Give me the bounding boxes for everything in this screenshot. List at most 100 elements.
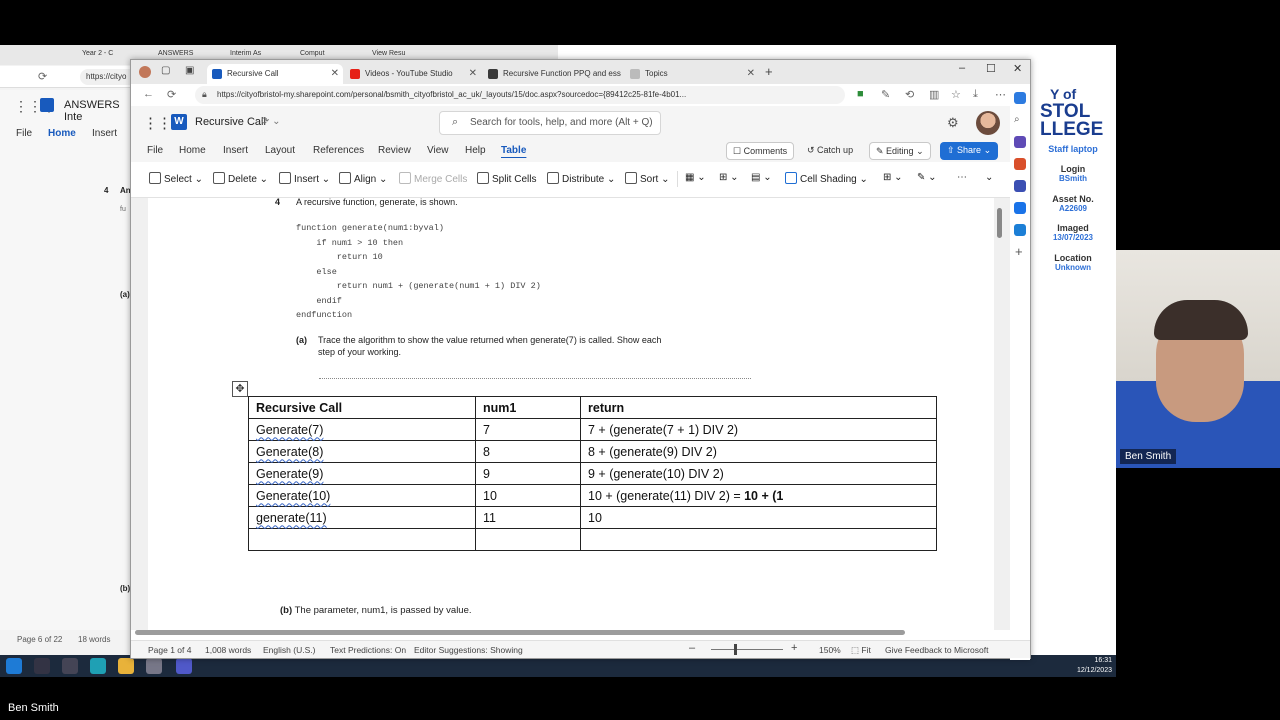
split-cells-button[interactable]: Split Cells — [477, 172, 536, 185]
outlook-icon[interactable] — [1014, 202, 1026, 214]
copilot-icon[interactable] — [1014, 92, 1026, 104]
borders-button[interactable]: ⊞ ⌄ — [883, 172, 903, 183]
teams-icon[interactable] — [176, 658, 192, 674]
zoom-level[interactable]: 150% — [819, 645, 841, 655]
table-cell[interactable]: 9 + (generate(10) DIV 2) — [580, 462, 937, 485]
recursive-call-table[interactable]: Recursive Call num1 return Generate(7) 7… — [248, 396, 937, 551]
table-cell[interactable]: Generate(7) — [248, 418, 476, 441]
sidebar-app-icon[interactable] — [1014, 224, 1026, 236]
document-canvas[interactable]: 4 A recursive function, generate, is sho… — [131, 198, 1030, 630]
menu-home[interactable]: Home — [179, 145, 206, 156]
profile-icon[interactable] — [139, 66, 151, 78]
menu-view[interactable]: View — [427, 145, 449, 156]
table-cell[interactable]: 10 — [475, 484, 581, 507]
reload-icon[interactable]: ⟳ — [38, 70, 47, 83]
header-return[interactable]: return — [580, 396, 937, 419]
autosave-icon[interactable]: ⟳ ⌄ — [261, 116, 281, 127]
horizontal-scrollbar[interactable] — [135, 630, 905, 635]
zoom-in-icon[interactable]: + — [791, 642, 797, 654]
downloads-icon[interactable]: ⤓ — [973, 88, 978, 101]
table-cell[interactable]: 11 — [475, 506, 581, 529]
user-avatar[interactable] — [976, 111, 1000, 135]
tab-recursive-ppq[interactable]: Recursive Function PPQ and ess — [483, 64, 623, 84]
collapse-ribbon-icon[interactable]: ⌄ — [985, 172, 993, 183]
back-icon[interactable]: ← — [143, 88, 154, 100]
menu-review[interactable]: Review — [378, 145, 411, 156]
sidebar-app-icon[interactable] — [1014, 180, 1026, 192]
search-input[interactable]: ⌕ Search for tools, help, and more (Alt … — [439, 111, 661, 135]
background-tab[interactable]: Year 2 - C — [82, 50, 113, 57]
close-tab-icon[interactable]: ✕ — [331, 68, 339, 79]
table-cell[interactable] — [475, 528, 581, 551]
header-num1[interactable]: num1 — [475, 396, 581, 419]
zoom-slider[interactable] — [711, 649, 783, 650]
table-layout-icon[interactable]: ▤ ⌄ — [751, 172, 772, 183]
menu-file[interactable]: File — [147, 145, 163, 156]
menu-table[interactable]: Table — [501, 145, 526, 156]
cell-shading-button[interactable]: Cell Shading ⌄ — [785, 172, 868, 185]
background-tab[interactable]: Interim As — [230, 50, 261, 57]
zoom-slider-thumb[interactable] — [734, 644, 737, 655]
file-explorer-icon[interactable] — [118, 658, 134, 674]
more-menu-icon[interactable]: ⋯ — [995, 88, 1006, 101]
table-cell[interactable]: 10 — [580, 506, 937, 529]
document-page[interactable]: 4 A recursive function, generate, is sho… — [148, 198, 994, 630]
more-options-icon[interactable]: ⋯ — [957, 172, 967, 183]
menu-help[interactable]: Help — [465, 145, 486, 156]
table-styles-icon[interactable]: ▦ ⌄ — [685, 172, 706, 183]
menu-references[interactable]: References — [313, 145, 364, 156]
system-clock[interactable]: 16:31 12/12/2023 — [1077, 656, 1112, 676]
table-move-handle-icon[interactable]: ✥ — [232, 381, 248, 397]
minimize-icon[interactable]: – — [959, 62, 965, 74]
new-tab-icon[interactable]: + — [765, 64, 773, 79]
word-logo-icon[interactable]: W — [171, 114, 187, 130]
pen-icon[interactable]: ✎ — [881, 88, 890, 101]
background-tab[interactable]: Comput — [300, 50, 325, 57]
comments-button[interactable]: ☐ Comments — [726, 142, 795, 160]
table-cell[interactable]: Generate(10) — [248, 484, 476, 507]
sidebar-app-icon[interactable] — [1014, 136, 1026, 148]
back-menu-insert[interactable]: Insert — [92, 128, 117, 139]
tab-recursive-call[interactable]: Recursive Call ✕ — [207, 64, 343, 84]
table-cell[interactable]: 8 + (generate(9) DIV 2) — [580, 440, 937, 463]
close-window-icon[interactable]: ✕ — [1013, 62, 1022, 75]
menu-insert[interactable]: Insert — [223, 145, 248, 156]
zoom-out-icon[interactable]: – — [689, 642, 695, 654]
table-cell[interactable] — [248, 528, 476, 551]
borders-icon[interactable]: ⊞ ⌄ — [719, 172, 739, 183]
merge-cells-button[interactable]: Merge Cells — [399, 172, 467, 185]
table-cell[interactable]: 9 — [475, 462, 581, 485]
search-icon[interactable]: ⌕ — [1014, 114, 1020, 125]
windows-start-icon[interactable] — [6, 658, 22, 674]
search-icon[interactable] — [34, 658, 50, 674]
address-field[interactable]: 🔒︎ https://cityofbristol-my.sharepoint.c… — [195, 86, 845, 104]
editing-mode-button[interactable]: ✎ Editing ⌄ — [869, 142, 931, 160]
task-view-icon[interactable] — [62, 658, 78, 674]
close-tab-icon[interactable]: ✕ — [469, 68, 477, 79]
extension-icon[interactable]: ■ — [857, 88, 864, 100]
header-recursive-call[interactable]: Recursive Call — [248, 396, 476, 419]
table-cell[interactable]: 8 — [475, 440, 581, 463]
taskbar-app-icon[interactable] — [146, 658, 162, 674]
pen-color-button[interactable]: ✎ ⌄ — [917, 172, 937, 183]
settings-gear-icon[interactable]: ⚙ — [947, 115, 959, 131]
table-cell[interactable]: 7 + (generate(7 + 1) DIV 2) — [580, 418, 937, 441]
back-menu-home[interactable]: Home — [48, 128, 76, 139]
split-screen-icon[interactable]: ▥ — [929, 88, 939, 101]
table-cell[interactable]: generate(11) — [248, 506, 476, 529]
maximize-icon[interactable]: ☐ — [986, 62, 996, 75]
tab-youtube-studio[interactable]: Videos - YouTube Studio ✕ — [345, 64, 481, 84]
document-title[interactable]: Recursive Call — [195, 116, 266, 128]
table-cell[interactable]: Generate(9) — [248, 462, 476, 485]
table-cell[interactable]: Generate(8) — [248, 440, 476, 463]
workspaces-icon[interactable]: ▢ — [161, 65, 170, 76]
background-tab[interactable]: ANSWERS — [158, 50, 193, 57]
refresh-extension-icon[interactable]: ⟲ — [905, 88, 914, 101]
table-cell[interactable]: 10 + (generate(11) DIV 2) = 10 + (1 — [580, 484, 937, 507]
catch-up-button[interactable]: ↺ Catch up — [801, 142, 859, 160]
background-tab[interactable]: View Resu — [372, 50, 405, 57]
status-text-predictions[interactable]: Text Predictions: On — [330, 645, 406, 655]
status-editor-suggestions[interactable]: Editor Suggestions: Showing — [414, 645, 523, 655]
favorites-icon[interactable]: ☆ — [951, 88, 961, 101]
feedback-link[interactable]: Give Feedback to Microsoft — [885, 645, 988, 655]
